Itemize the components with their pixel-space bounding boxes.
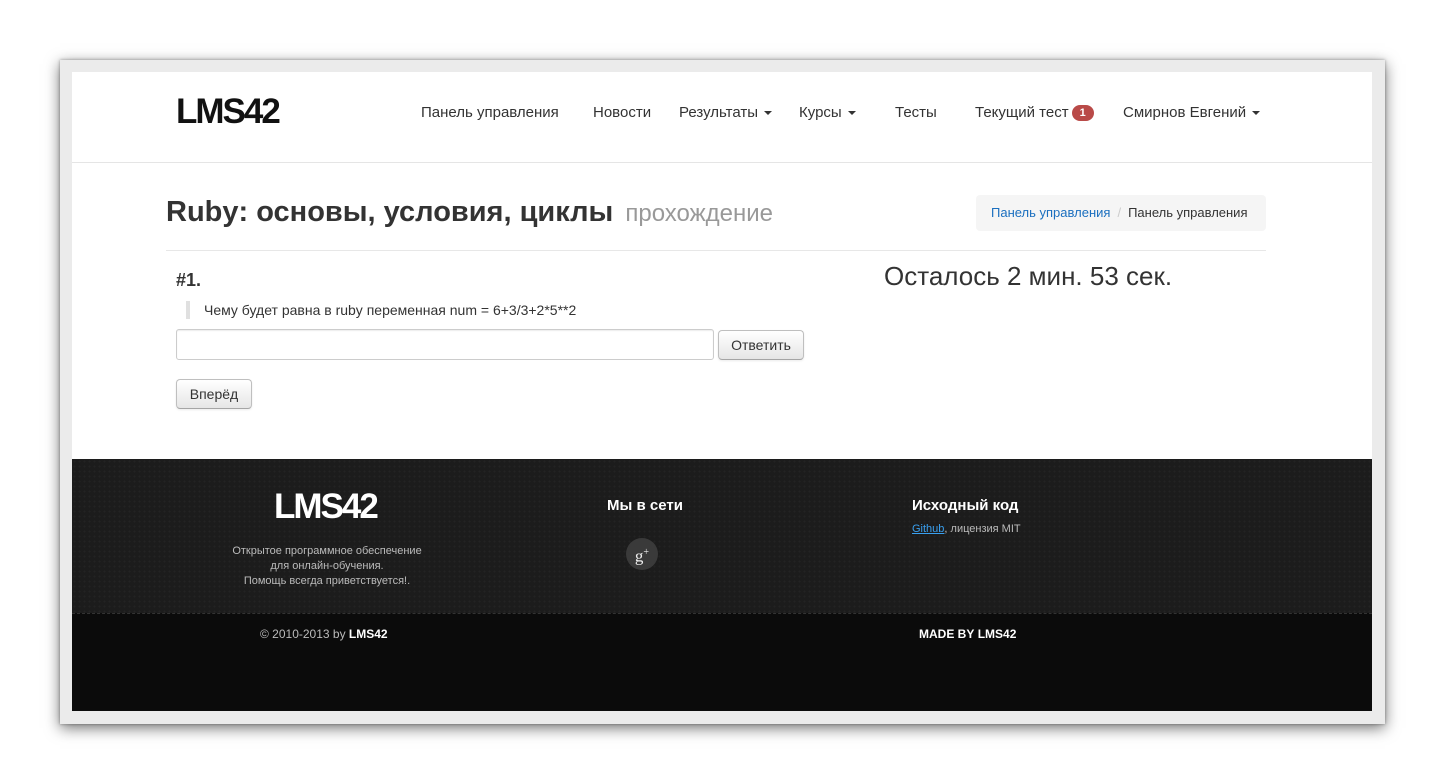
nav-courses-label: Курсы [799, 104, 842, 121]
time-remaining: Осталось 2 мин. 53 сек. [884, 261, 1173, 291]
answer-button[interactable]: Ответить [718, 330, 804, 360]
footer-description-line: Открытое программное обеспечение [232, 545, 422, 557]
nav-courses[interactable]: Курсы [799, 104, 856, 121]
nav-user-menu[interactable]: Смирнов Евгений [1123, 104, 1261, 121]
current-test-badge: 1 [1071, 105, 1094, 121]
nav-results-label: Результаты [679, 104, 758, 121]
nav-dashboard[interactable]: Панель управления [421, 104, 559, 121]
license-text: , лицензия MIT [944, 523, 1021, 535]
social-heading: Мы в сети [607, 497, 683, 514]
screenshot-frame: LMS42 Панель управления Новости Результа… [60, 60, 1385, 724]
caret-down-icon [1252, 111, 1261, 116]
page-title-text: Ruby: основы, условия, циклы [166, 196, 614, 228]
user-name: Смирнов Евгений [1123, 104, 1247, 121]
nav-current-test[interactable]: Текущий тест 1 [975, 104, 1094, 121]
copyright-text: © 2010-2013 by [260, 627, 346, 641]
footer-description-line: Помощь всегда приветствуется!. [243, 575, 411, 587]
made-by: MADE BY LMS42 [919, 627, 1016, 641]
made-by-prefix: MADE BY [919, 627, 975, 641]
footer-description: Открытое программное обеспечение для онл… [202, 544, 452, 589]
github-link[interactable]: Github [912, 523, 944, 535]
copyright: © 2010-2013 by LMS42 [260, 627, 388, 641]
page: LMS42 Панель управления Новости Результа… [72, 72, 1372, 711]
breadcrumb-link-dashboard[interactable]: Панель управления [991, 205, 1110, 220]
nav-current-test-label: Текущий тест [975, 104, 1069, 121]
google-plus-icon[interactable]: g+ [626, 538, 658, 570]
brand-logo[interactable]: LMS42 [176, 92, 281, 132]
question-number: #1. [176, 270, 202, 290]
breadcrumb-current: Панель управления [1128, 205, 1248, 220]
breadcrumb-separator: / [1117, 205, 1122, 220]
nav-news[interactable]: Новости [593, 104, 651, 121]
made-by-brand: LMS42 [977, 627, 1017, 641]
next-button[interactable]: Вперёд [176, 379, 252, 409]
copyright-brand: LMS42 [348, 627, 388, 641]
nav-tests[interactable]: Тесты [895, 104, 937, 121]
source-line: Github, лицензия MIT [912, 523, 1021, 535]
navbar: LMS42 Панель управления Новости Результа… [72, 72, 1372, 163]
caret-down-icon [847, 111, 856, 116]
footer-bottom: © 2010-2013 by LMS42 MADE BY LMS42 [72, 613, 1372, 711]
breadcrumb: Панель управления / Панель управления [976, 195, 1266, 231]
nav-results[interactable]: Результаты [679, 104, 772, 121]
footer-description-line: для онлайн-обучения. [270, 560, 384, 572]
question-text: Чему будет равна в ruby переменная num =… [186, 301, 576, 319]
title-divider [166, 250, 1266, 251]
page-subtitle: прохождение [625, 200, 774, 227]
answer-input[interactable] [176, 329, 714, 360]
footer: LMS42 Открытое программное обеспечение д… [72, 459, 1372, 613]
footer-brand-logo: LMS42 [274, 487, 379, 526]
page-title: Ruby: основы, условия, циклы прохождение [166, 196, 773, 229]
caret-down-icon [764, 111, 772, 116]
source-heading: Исходный код [912, 497, 1019, 514]
